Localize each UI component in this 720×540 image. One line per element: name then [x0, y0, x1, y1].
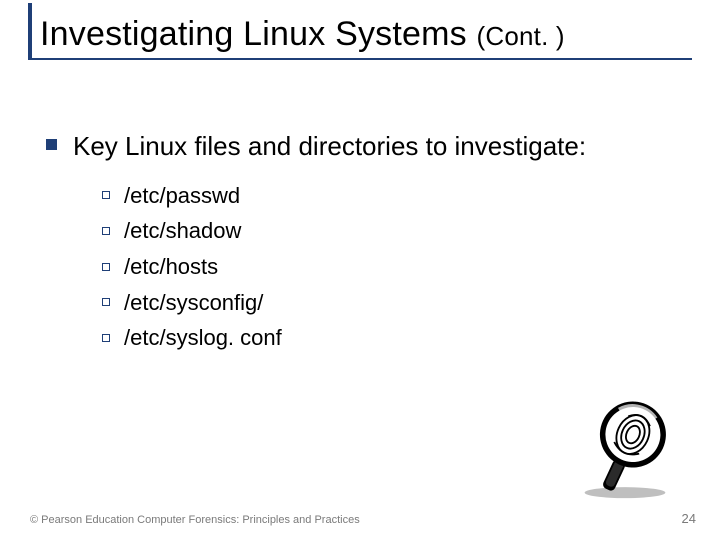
sub-list: /etc/passwd /etc/shadow /etc/hosts /etc/… — [102, 181, 680, 353]
item-text: /etc/sysconfig/ — [124, 288, 263, 318]
slide-title: Investigating Linux Systems (Cont. ) — [28, 14, 700, 55]
slide: Investigating Linux Systems (Cont. ) Key… — [0, 0, 720, 540]
footer-copyright: © Pearson Education Computer Forensics: … — [30, 514, 360, 526]
hollow-square-icon — [102, 191, 110, 199]
lead-text: Key Linux files and directories to inves… — [73, 130, 586, 163]
magnifier-fingerprint-icon — [570, 390, 680, 500]
hollow-square-icon — [102, 227, 110, 235]
bullet-level1: Key Linux files and directories to inves… — [46, 130, 680, 163]
title-accent-bottom — [28, 58, 692, 60]
item-text: /etc/shadow — [124, 216, 241, 246]
slide-body: Key Linux files and directories to inves… — [46, 130, 680, 359]
square-bullet-icon — [46, 139, 57, 150]
page-number: 24 — [682, 511, 696, 526]
list-item: /etc/syslog. conf — [102, 323, 680, 353]
item-text: /etc/syslog. conf — [124, 323, 282, 353]
title-cont: (Cont. ) — [477, 21, 565, 51]
hollow-square-icon — [102, 334, 110, 342]
hollow-square-icon — [102, 298, 110, 306]
hollow-square-icon — [102, 263, 110, 271]
title-wrap: Investigating Linux Systems (Cont. ) — [28, 14, 700, 55]
item-text: /etc/passwd — [124, 181, 240, 211]
list-item: /etc/hosts — [102, 252, 680, 282]
list-item: /etc/sysconfig/ — [102, 288, 680, 318]
item-text: /etc/hosts — [124, 252, 218, 282]
title-main: Investigating Linux Systems — [40, 15, 467, 53]
list-item: /etc/shadow — [102, 216, 680, 246]
list-item: /etc/passwd — [102, 181, 680, 211]
